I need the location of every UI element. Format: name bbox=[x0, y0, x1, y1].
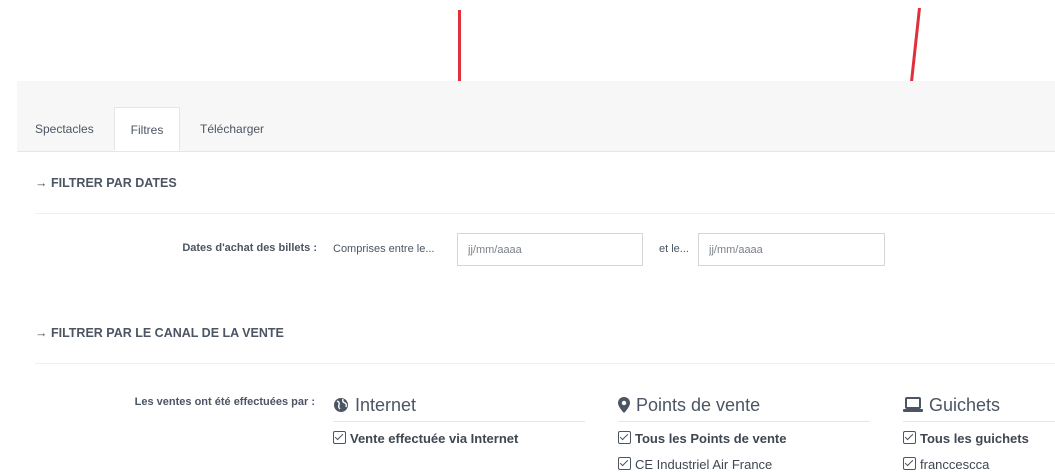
column-underline bbox=[618, 421, 870, 422]
internet-checkbox-row[interactable]: Vente effectuée via Internet bbox=[333, 431, 518, 446]
section-title-canal: → FILTRER PAR LE CANAL DE LA VENTE bbox=[35, 326, 284, 340]
column-underline bbox=[903, 421, 1055, 422]
checkbox-checked-icon[interactable] bbox=[618, 457, 631, 470]
start-date-input[interactable] bbox=[457, 233, 643, 266]
section-divider bbox=[35, 213, 1055, 214]
checkbox-label: CE Industriel Air France bbox=[635, 457, 773, 472]
filters-panel: Spectacles Filtres Télécharger → FILTRER… bbox=[17, 81, 1055, 472]
dates-label: Dates d'achat des billets : bbox=[182, 242, 317, 254]
points-all-checkbox-row[interactable]: Tous les Points de vente bbox=[618, 431, 786, 446]
panel-top-bar bbox=[17, 81, 1055, 107]
guichets-user-checkbox-row[interactable]: franccescca bbox=[903, 457, 989, 472]
guichets-title-text: Guichets bbox=[929, 395, 1001, 415]
checkbox-checked-icon[interactable] bbox=[333, 431, 346, 444]
tab-bar: Spectacles Filtres Télécharger bbox=[17, 107, 1055, 152]
laptop-icon bbox=[903, 397, 923, 412]
guichets-all-checkbox-row[interactable]: Tous les guichets bbox=[903, 431, 1029, 446]
guichets-column-title: Guichets bbox=[903, 395, 1000, 416]
section-divider bbox=[35, 363, 1055, 364]
column-underline bbox=[333, 421, 585, 422]
checkbox-checked-icon[interactable] bbox=[618, 431, 631, 444]
checkbox-label: franccescca bbox=[920, 457, 990, 472]
between-text: Comprises entre le... bbox=[333, 243, 435, 255]
points-title-text: Points de vente bbox=[636, 395, 761, 415]
checkbox-checked-icon[interactable] bbox=[903, 431, 916, 444]
tab-telecharger[interactable]: Télécharger bbox=[200, 107, 264, 151]
internet-title-text: Internet bbox=[355, 395, 417, 415]
canal-label: Les ventes ont été effectuées par : bbox=[134, 396, 315, 408]
section-title-dates: → FILTRER PAR DATES bbox=[35, 176, 177, 190]
checkbox-label: Tous les guichets bbox=[920, 431, 1029, 446]
checkbox-label: Tous les Points de vente bbox=[635, 431, 787, 446]
points-ce-checkbox-row[interactable]: CE Industriel Air France bbox=[618, 457, 772, 472]
globe-icon bbox=[334, 398, 348, 412]
end-date-input[interactable] bbox=[698, 233, 885, 266]
points-de-vente-column-title: Points de vente bbox=[618, 395, 760, 416]
internet-column-title: Internet bbox=[333, 395, 416, 416]
tab-filtres[interactable]: Filtres bbox=[114, 107, 180, 151]
checkbox-checked-icon[interactable] bbox=[903, 457, 916, 470]
and-text: et le... bbox=[659, 243, 689, 255]
tab-spectacles[interactable]: Spectacles bbox=[35, 107, 94, 151]
map-marker-icon bbox=[618, 397, 630, 413]
checkbox-label: Vente effectuée via Internet bbox=[350, 431, 519, 446]
